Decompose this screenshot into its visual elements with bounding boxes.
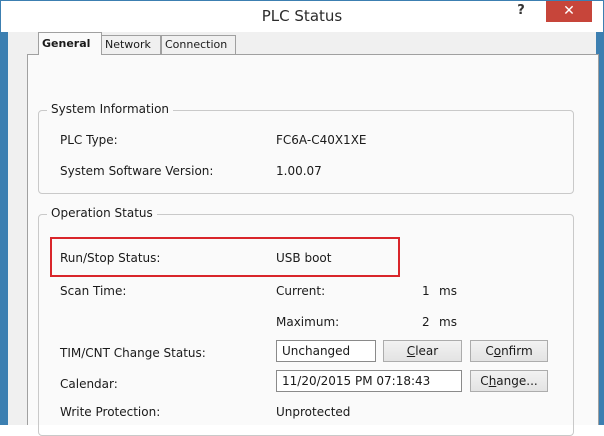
write-protection-label: Write Protection: [60,405,161,419]
run-stop-status-label: Run/Stop Status: [60,251,161,265]
scan-time-maximum-unit: ms [439,315,457,329]
scan-time-current-value: 1 [422,284,430,298]
close-icon: ✕ [563,3,575,19]
tim-cnt-change-status-field: Unchanged [276,340,376,362]
run-stop-status-value: USB boot [276,251,332,265]
tim-cnt-change-status-label: TIM/CNT Change Status: [60,346,206,360]
tab-general[interactable]: General [38,32,102,55]
system-information-group: System Information [38,102,574,194]
clear-button[interactable]: Clear [383,340,462,362]
calendar-field: 11/20/2015 PM 07:18:43 [276,370,462,392]
calendar-label: Calendar: [60,377,118,391]
plc-type-label: PLC Type: [60,133,118,147]
system-software-version-label: System Software Version: [60,164,214,178]
operation-status-legend: Operation Status [47,206,157,220]
scan-time-maximum-label: Maximum: [276,315,340,329]
scan-time-current-label: Current: [276,284,326,298]
close-button[interactable]: ✕ [546,1,592,22]
system-information-legend: System Information [47,102,174,116]
tab-network[interactable]: Network [101,35,161,54]
system-software-version-value: 1.00.07 [276,164,322,178]
scan-time-maximum-value: 2 [422,315,430,329]
scan-time-current-unit: ms [439,284,457,298]
plc-type-value: FC6A-C40X1XE [276,133,367,147]
title-bar[interactable]: PLC Status ? ✕ [1,1,603,32]
tab-connection[interactable]: Connection [161,35,236,54]
confirm-button[interactable]: Confirm [470,340,548,362]
scan-time-label: Scan Time: [60,284,127,298]
write-protection-value: Unprotected [276,405,351,419]
help-button[interactable]: ? [507,1,535,23]
change-calendar-button[interactable]: Change... [470,370,548,392]
